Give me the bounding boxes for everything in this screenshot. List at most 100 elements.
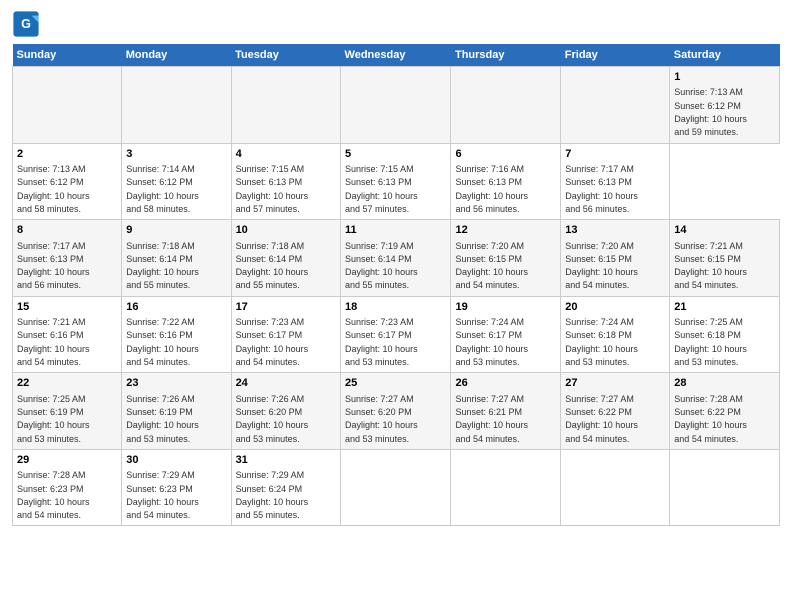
day-number: 26: [455, 376, 556, 391]
day-cell-11: 11Sunrise: 7:19 AMSunset: 6:14 PMDayligh…: [341, 220, 451, 297]
day-cell-29: 29Sunrise: 7:28 AMSunset: 6:23 PMDayligh…: [13, 449, 122, 526]
week-row-2: 2Sunrise: 7:13 AMSunset: 6:12 PMDaylight…: [13, 143, 780, 220]
day-cell-12: 12Sunrise: 7:20 AMSunset: 6:15 PMDayligh…: [451, 220, 561, 297]
day-number: 30: [126, 453, 226, 468]
day-number: 20: [565, 300, 665, 315]
day-info: Sunrise: 7:22 AMSunset: 6:16 PMDaylight:…: [126, 317, 199, 367]
day-header-monday: Monday: [122, 44, 231, 67]
day-cell-13: 13 Sunrise: 7:20 AMSunset: 6:15 PMDayligh…: [561, 220, 670, 297]
day-number: 28: [674, 376, 775, 391]
day-info: Sunrise: 7:26 AMSunset: 6:19 PMDaylight:…: [126, 394, 199, 444]
day-cell-9: 9 Sunrise: 7:18 AMSunset: 6:14 PMDaylight…: [122, 220, 231, 297]
logo: G: [12, 10, 42, 38]
day-cell-14: 14Sunrise: 7:21 AMSunset: 6:15 PMDayligh…: [670, 220, 780, 297]
day-number: 9: [126, 223, 226, 238]
day-cell-10: 10 Sunrise: 7:18 AMSunset: 6:14 PMDayligh…: [231, 220, 340, 297]
day-number: 4: [236, 147, 336, 162]
calendar-body: 1Sunrise: 7:13 AMSunset: 6:12 PMDaylight…: [13, 67, 780, 526]
day-header-wednesday: Wednesday: [341, 44, 451, 67]
day-cell-19: 19 Sunrise: 7:24 AMSunset: 6:17 PMDayligh…: [451, 296, 561, 373]
empty-cell: [451, 449, 561, 526]
day-info: Sunrise: 7:23 AMSunset: 6:17 PMDaylight:…: [345, 317, 418, 367]
empty-cell: [561, 67, 670, 144]
day-cell-24: 24 Sunrise: 7:26 AMSunset: 6:20 PMDayligh…: [231, 373, 340, 450]
day-header-thursday: Thursday: [451, 44, 561, 67]
day-cell-8: 8 Sunrise: 7:17 AMSunset: 6:13 PMDaylight…: [13, 220, 122, 297]
day-cell-15: 15Sunrise: 7:21 AMSunset: 6:16 PMDayligh…: [13, 296, 122, 373]
header-row: SundayMondayTuesdayWednesdayThursdayFrid…: [13, 44, 780, 67]
day-info: Sunrise: 7:27 AMSunset: 6:20 PMDaylight:…: [345, 394, 418, 444]
empty-cell: [341, 67, 451, 144]
day-number: 5: [345, 147, 446, 162]
day-number: 18: [345, 300, 446, 315]
week-row-6: 29Sunrise: 7:28 AMSunset: 6:23 PMDayligh…: [13, 449, 780, 526]
day-info: Sunrise: 7:15 AMSunset: 6:13 PMDaylight:…: [345, 164, 418, 214]
day-header-sunday: Sunday: [13, 44, 122, 67]
day-header-saturday: Saturday: [670, 44, 780, 67]
day-info: Sunrise: 7:17 AMSunset: 6:13 PMDaylight:…: [565, 164, 638, 214]
empty-cell: [451, 67, 561, 144]
day-cell-26: 26 Sunrise: 7:27 AMSunset: 6:21 PMDayligh…: [451, 373, 561, 450]
day-info: Sunrise: 7:15 AMSunset: 6:13 PMDaylight:…: [236, 164, 309, 214]
day-number: 21: [674, 300, 775, 315]
day-info: Sunrise: 7:21 AMSunset: 6:16 PMDaylight:…: [17, 317, 90, 367]
day-info: Sunrise: 7:21 AMSunset: 6:15 PMDaylight:…: [674, 241, 747, 291]
week-row-3: 8 Sunrise: 7:17 AMSunset: 6:13 PMDaylight…: [13, 220, 780, 297]
empty-cell: [670, 449, 780, 526]
day-info: Sunrise: 7:14 AMSunset: 6:12 PMDaylight:…: [126, 164, 199, 214]
empty-cell: [341, 449, 451, 526]
day-number: 3: [126, 147, 226, 162]
day-info: Sunrise: 7:13 AMSunset: 6:12 PMDaylight:…: [17, 164, 90, 214]
day-number: 13: [565, 223, 665, 238]
day-info: Sunrise: 7:20 AMSunset: 6:15 PMDaylight:…: [565, 241, 638, 291]
day-number: 16: [126, 300, 226, 315]
day-number: 10: [236, 223, 336, 238]
day-info: Sunrise: 7:24 AMSunset: 6:18 PMDaylight:…: [565, 317, 638, 367]
day-cell-17: 17 Sunrise: 7:23 AMSunset: 6:17 PMDayligh…: [231, 296, 340, 373]
week-row-5: 22 Sunrise: 7:25 AMSunset: 6:19 PMDayligh…: [13, 373, 780, 450]
main-container: G SundayMondayTuesdayWednesdayThursdayFr…: [0, 0, 792, 612]
day-number: 22: [17, 376, 117, 391]
day-cell-22: 22 Sunrise: 7:25 AMSunset: 6:19 PMDayligh…: [13, 373, 122, 450]
day-number: 7: [565, 147, 665, 162]
day-cell: 1Sunrise: 7:13 AMSunset: 6:12 PMDaylight…: [670, 67, 780, 144]
day-number: 19: [455, 300, 556, 315]
day-info: Sunrise: 7:23 AMSunset: 6:17 PMDaylight:…: [236, 317, 309, 367]
day-info: Sunrise: 7:28 AMSunset: 6:22 PMDaylight:…: [674, 394, 747, 444]
day-header-tuesday: Tuesday: [231, 44, 340, 67]
day-cell-4: 4 Sunrise: 7:15 AMSunset: 6:13 PMDaylight…: [231, 143, 340, 220]
day-cell-23: 23 Sunrise: 7:26 AMSunset: 6:19 PMDayligh…: [122, 373, 231, 450]
day-cell-6: 6Sunrise: 7:16 AMSunset: 6:13 PMDaylight…: [451, 143, 561, 220]
empty-cell: [122, 67, 231, 144]
day-info: Sunrise: 7:18 AMSunset: 6:14 PMDaylight:…: [236, 241, 309, 291]
day-info: Sunrise: 7:25 AMSunset: 6:19 PMDaylight:…: [17, 394, 90, 444]
day-number: 12: [455, 223, 556, 238]
day-number: 8: [17, 223, 117, 238]
day-number: 23: [126, 376, 226, 391]
week-row-4: 15Sunrise: 7:21 AMSunset: 6:16 PMDayligh…: [13, 296, 780, 373]
day-cell-25: 25 Sunrise: 7:27 AMSunset: 6:20 PMDayligh…: [341, 373, 451, 450]
day-info: Sunrise: 7:25 AMSunset: 6:18 PMDaylight:…: [674, 317, 747, 367]
day-info: Sunrise: 7:27 AMSunset: 6:21 PMDaylight:…: [455, 394, 528, 444]
day-cell-5: 5 Sunrise: 7:15 AMSunset: 6:13 PMDaylight…: [341, 143, 451, 220]
day-info: Sunrise: 7:24 AMSunset: 6:17 PMDaylight:…: [455, 317, 528, 367]
day-cell-2: 2Sunrise: 7:13 AMSunset: 6:12 PMDaylight…: [13, 143, 122, 220]
day-cell-20: 20 Sunrise: 7:24 AMSunset: 6:18 PMDayligh…: [561, 296, 670, 373]
day-number: 17: [236, 300, 336, 315]
empty-cell: [561, 449, 670, 526]
day-cell-31: 31Sunrise: 7:29 AMSunset: 6:24 PMDayligh…: [231, 449, 340, 526]
day-info: Sunrise: 7:28 AMSunset: 6:23 PMDaylight:…: [17, 470, 90, 520]
day-number: 25: [345, 376, 446, 391]
day-cell-21: 21 Sunrise: 7:25 AMSunset: 6:18 PMDayligh…: [670, 296, 780, 373]
day-info: Sunrise: 7:17 AMSunset: 6:13 PMDaylight:…: [17, 241, 90, 291]
calendar-table: SundayMondayTuesdayWednesdayThursdayFrid…: [12, 44, 780, 526]
day-number: 6: [455, 147, 556, 162]
day-cell-30: 30Sunrise: 7:29 AMSunset: 6:23 PMDayligh…: [122, 449, 231, 526]
day-info: Sunrise: 7:18 AMSunset: 6:14 PMDaylight:…: [126, 241, 199, 291]
day-info: Sunrise: 7:19 AMSunset: 6:14 PMDaylight:…: [345, 241, 418, 291]
day-cell-3: 3 Sunrise: 7:14 AMSunset: 6:12 PMDaylight…: [122, 143, 231, 220]
day-info: Sunrise: 7:29 AMSunset: 6:24 PMDaylight:…: [236, 470, 309, 520]
day-number: 24: [236, 376, 336, 391]
day-info: Sunrise: 7:26 AMSunset: 6:20 PMDaylight:…: [236, 394, 309, 444]
day-cell-7: 7 Sunrise: 7:17 AMSunset: 6:13 PMDaylight…: [561, 143, 670, 220]
